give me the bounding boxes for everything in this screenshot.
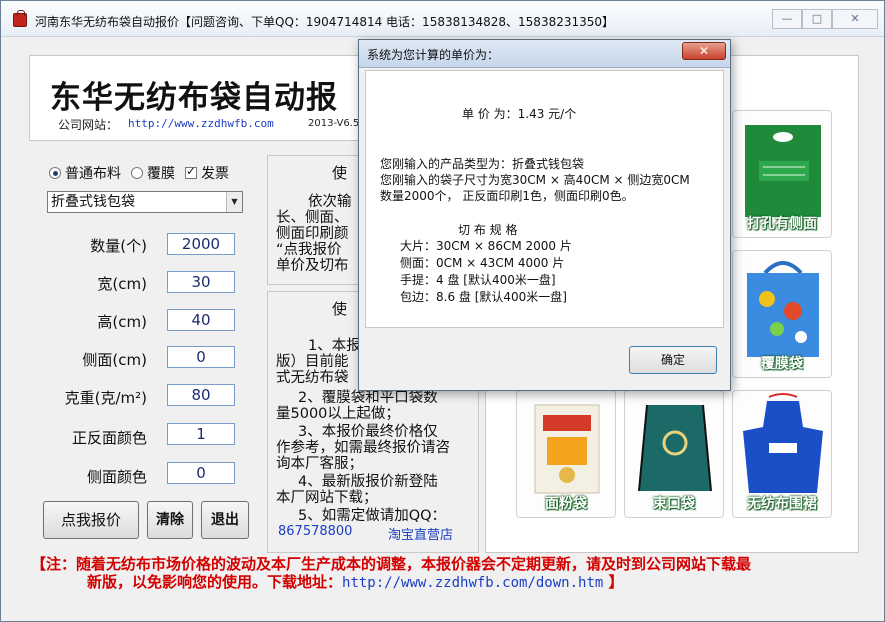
taobao-shop-link[interactable]: 淘宝直营店 (388, 524, 453, 543)
minimize-button[interactable]: — (772, 9, 802, 29)
footer-note-line2: 新版，以免影响您的使用。下载地址： (87, 573, 343, 591)
dialog-title-bar[interactable]: 系统为您计算的单价为： ✕ (359, 40, 730, 68)
radio-laminated[interactable] (131, 167, 143, 179)
notes-line: 3、本报价最终价格仅 (298, 424, 438, 440)
side-input[interactable]: 0 (167, 346, 235, 368)
notes-line: 作参考，如需最终报价请咨 (276, 440, 450, 456)
bag-size-line: 您刚输入的袋子尺寸为宽30CM × 高40CM × 侧边宽0CM (380, 173, 690, 187)
exit-button[interactable]: 退出 (201, 501, 249, 539)
radio-normal-fabric-label[interactable]: 普通布料 (65, 163, 121, 183)
clear-button[interactable]: 清除 (147, 501, 193, 539)
quantity-input[interactable]: 2000 (167, 233, 235, 255)
input-panel: 普通布料 覆膜 发票 折叠式钱包袋 ▼ 数量(个) 2000 宽(cm) 30 … (43, 155, 261, 551)
product-type-value: 折叠式钱包袋 (51, 194, 135, 210)
gallery-caption: 无纺布围裙 (747, 496, 817, 512)
main-window: 河南东华无纺布袋自动报价【问题咨询、下单QQ：1904714814 电话：158… (0, 0, 885, 622)
notes-line: 2、覆膜袋和平口袋数 (298, 390, 438, 406)
invoice-checkbox[interactable] (185, 164, 197, 179)
dialog-message: 单 价 为：1.43 元/个 您刚输入的产品类型为：折叠式钱包袋 您刚输入的袋子… (365, 70, 724, 328)
download-link[interactable]: http://www.zzdhwfb.com/down.htm (342, 575, 603, 591)
header-banner: 东华无纺布袋自动报 公司网站： http://www.zzdhwfb.com 2… (29, 55, 379, 141)
cutting-spec-line: 侧面：0CM × 43CM 4000 片 (400, 256, 565, 270)
radio-normal-fabric[interactable] (49, 167, 61, 179)
version-label: 2013-V6.5 (308, 118, 360, 129)
cutting-spec-line: 包边：8.6 盘 [默认400米一盘] (400, 290, 567, 304)
front-back-color-input[interactable]: 1 (167, 423, 235, 445)
notes-line: 本厂网站下载； (276, 490, 378, 506)
gallery-tile-flour-bag[interactable]: 面粉袋 (516, 390, 616, 518)
app-title: 东华无纺布袋自动报 (50, 80, 338, 116)
gallery-caption: 覆膜袋 (761, 356, 803, 372)
quote-button[interactable]: 点我报价 (43, 501, 139, 539)
gallery-tile-laminated-bag[interactable]: 覆膜袋 (732, 250, 832, 378)
dialog-close-button[interactable]: ✕ (682, 42, 726, 60)
footer-note-end: 】 (608, 573, 624, 591)
gallery-caption: 束口袋 (653, 496, 695, 512)
instructions-heading: 使 (332, 164, 348, 182)
notes-line: 4、最新版报价新登陆 (298, 474, 438, 490)
width-input[interactable]: 30 (167, 271, 235, 293)
notes-line: 量5000以上起做； (276, 406, 400, 422)
unit-price: 单 价 为：1.43 元/个 (462, 107, 577, 121)
close-button[interactable]: ✕ (832, 9, 878, 29)
gallery-tile-drawstring-bag[interactable]: 束口袋 (624, 390, 724, 518)
price-result-dialog: 系统为您计算的单价为： ✕ 单 价 为：1.43 元/个 您刚输入的产品类型为：… (358, 39, 731, 391)
footer-note-line1: 【注：随着无纺布市场价格的波动及本厂生产成本的调整，本报价器会不定期更新，请及时… (31, 555, 752, 573)
width-label: 宽(cm) (97, 275, 147, 293)
material-options: 普通布料 覆膜 发票 (49, 163, 239, 183)
quantity-line: 数量2000个， 正反面印刷1色，侧面印刷0色。 (380, 189, 634, 203)
weight-input[interactable]: 80 (167, 384, 235, 406)
dropdown-arrow-icon[interactable]: ▼ (226, 192, 242, 212)
bag-icon (13, 10, 27, 27)
title-bar[interactable]: 河南东华无纺布袋自动报价【问题咨询、下单QQ：1904714814 电话：158… (1, 1, 884, 37)
notes-line: 询本厂客服； (276, 456, 363, 472)
gallery-tile-apron[interactable]: 无纺布围裙 (732, 390, 832, 518)
side-label: 侧面(cm) (82, 351, 147, 369)
website-label: 公司网站： (58, 118, 119, 132)
height-label: 高(cm) (97, 313, 147, 331)
cutting-spec-heading: 切 布 规 格 (458, 223, 518, 237)
window-title: 河南东华无纺布袋自动报价【问题咨询、下单QQ：1904714814 电话：158… (35, 15, 615, 29)
qq-number[interactable]: 867578800 (278, 524, 352, 539)
gallery-tile-punched-bag[interactable]: 打孔有侧面 (732, 110, 832, 238)
cutting-spec-line: 手提：4 盘 [默认400米一盘] (400, 273, 556, 287)
height-input[interactable]: 40 (167, 309, 235, 331)
invoice-checkbox-label[interactable]: 发票 (201, 163, 229, 183)
gallery-caption: 面粉袋 (545, 496, 587, 512)
side-color-label: 侧面颜色 (86, 468, 147, 486)
notes-line: 5、如需定做请加QQ： (298, 508, 447, 524)
side-color-input[interactable]: 0 (167, 462, 235, 484)
cutting-spec-line: 大片：30CM × 86CM 2000 片 (400, 239, 572, 253)
front-back-color-label: 正反面颜色 (71, 429, 147, 447)
quantity-label: 数量(个) (90, 237, 147, 255)
radio-laminated-label[interactable]: 覆膜 (147, 163, 175, 183)
ok-button[interactable]: 确定 (629, 346, 717, 374)
notes-heading: 使 (332, 300, 348, 318)
window-controls: — □ ✕ (772, 9, 878, 29)
product-type-select[interactable]: 折叠式钱包袋 ▼ (47, 191, 243, 213)
dialog-title: 系统为您计算的单价为： (367, 48, 500, 62)
maximize-button[interactable]: □ (802, 9, 832, 29)
website-link[interactable]: http://www.zzdhwfb.com (128, 117, 274, 130)
product-type-line: 您刚输入的产品类型为：折叠式钱包袋 (380, 157, 585, 171)
footer-note: 【注：随着无纺布市场价格的波动及本厂生产成本的调整，本报价器会不定期更新，请及时… (31, 555, 871, 592)
weight-label: 克重(克/m²) (64, 389, 147, 407)
gallery-caption: 打孔有侧面 (747, 216, 817, 232)
